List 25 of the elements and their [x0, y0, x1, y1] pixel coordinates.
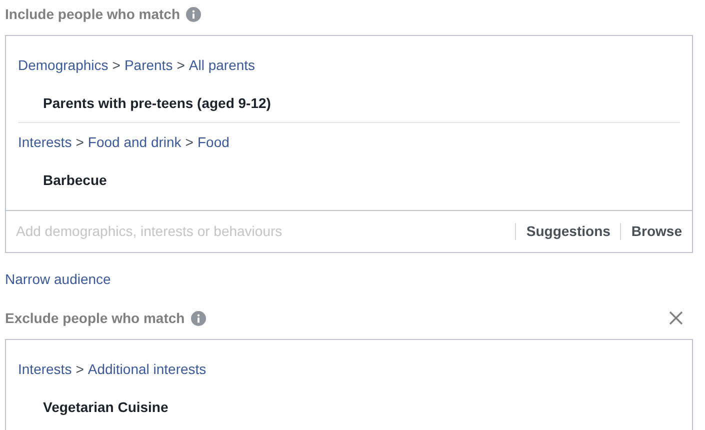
narrow-audience-link[interactable]: Narrow audience — [5, 271, 111, 287]
close-button[interactable] — [667, 309, 685, 327]
targeting-item: Parents with pre-teens (aged 9-12) — [43, 95, 271, 111]
breadcrumb-separator: > — [76, 133, 84, 151]
breadcrumb-link[interactable]: Demographics — [18, 56, 108, 74]
action-button[interactable]: Browse — [631, 221, 682, 242]
search-field[interactable]: Add demographics, interests or behaviours — [16, 221, 506, 242]
action-button[interactable]: Suggestions — [526, 221, 610, 242]
breadcrumb-link[interactable]: Parents — [124, 56, 173, 74]
breadcrumb-link[interactable]: All parents — [188, 56, 256, 74]
breadcrumb-separator: > — [176, 56, 185, 74]
targeting-item: Vegetarian Cuisine — [43, 399, 168, 415]
breadcrumb-separator: > — [185, 133, 194, 151]
info-icon — [190, 310, 206, 326]
breadcrumb-separator: > — [76, 360, 84, 378]
breadcrumb-link[interactable]: Food — [197, 133, 230, 151]
targeting-item: Barbecue — [43, 172, 107, 188]
breadcrumb-link[interactable]: Food and drink — [88, 133, 182, 151]
breadcrumb-link[interactable]: Interests — [18, 360, 72, 378]
breadcrumb-link[interactable]: Interests — [18, 133, 72, 151]
breadcrumb-link[interactable]: Additional interests — [88, 360, 206, 378]
section-title: Include people who match — [5, 5, 180, 24]
section-title: Exclude people who match — [5, 309, 185, 328]
breadcrumb-separator: > — [112, 56, 120, 74]
info-icon — [186, 6, 202, 22]
